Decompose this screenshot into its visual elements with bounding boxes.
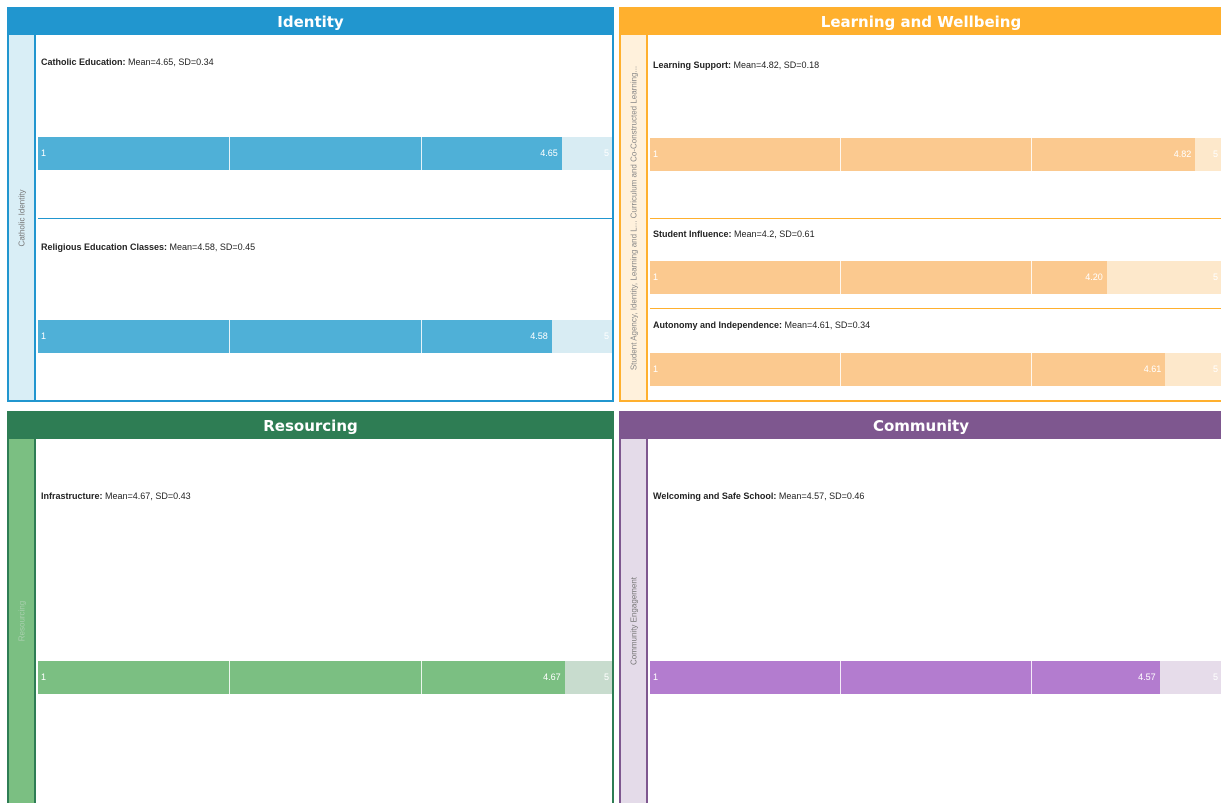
infrastructure-bar-track: 1 4.67 5: [38, 661, 612, 694]
resourcing-panel-title: Resourcing: [9, 413, 612, 439]
welcoming-safe-school-value-label: 4.57: [1138, 672, 1156, 682]
resourcing-side-label: Resourcing: [17, 600, 26, 642]
welcoming-safe-school-bar: [650, 661, 1160, 694]
resourcing-panel: Resourcing Resourcing Infrastructure: Me…: [7, 411, 614, 803]
welcoming-safe-school-bar-separator-2: [1030, 661, 1032, 694]
religious-education-bar-track: 1 4.58 5: [38, 320, 612, 353]
student-influence-name: Student Influence:: [653, 229, 732, 239]
community-side-label: Community Engagement: [629, 576, 638, 666]
catholic-education-metric: Catholic Education: Mean=4.65, SD=0.34 1…: [38, 35, 612, 219]
infrastructure-title: Infrastructure: Mean=4.67, SD=0.43: [41, 491, 191, 501]
learning-side-strip: Student Agency, Identity, Learning and L…: [621, 35, 648, 400]
catholic-education-name: Catholic Education:: [41, 57, 126, 67]
religious-education-stats: Mean=4.58, SD=0.45: [169, 242, 256, 252]
catholic-education-bar: [38, 137, 562, 170]
autonomy-independence-value-label: 4.61: [1143, 364, 1162, 374]
catholic-education-bar-separator-2: [420, 137, 422, 170]
student-influence-bar-track: 1 4.20 5: [650, 261, 1221, 294]
autonomy-independence-name: Autonomy and Independence:: [653, 320, 783, 330]
student-influence-bar-separator-1: [840, 261, 842, 294]
religious-education-title: Religious Education Classes: Mean=4.58, …: [41, 242, 255, 252]
welcoming-safe-school-name: Welcoming and Safe School:: [653, 491, 777, 501]
welcoming-safe-school-title: Welcoming and Safe School: Mean=4.57, SD…: [653, 491, 864, 501]
infrastructure-metric: Infrastructure: Mean=4.67, SD=0.43 1 4.6…: [38, 439, 612, 803]
catholic-education-min-label: 1: [41, 148, 47, 158]
autonomy-independence-bar-track: 1 4.61 5: [650, 353, 1221, 386]
identity-panel-title: Identity: [9, 9, 612, 35]
learning-support-bar-separator-1: [840, 138, 842, 171]
autonomy-independence-bar-separator-1: [840, 353, 842, 386]
learning-side-label: Student Agency, Identity, Learning and L…: [629, 65, 638, 370]
autonomy-independence-max-label: 5: [1212, 364, 1218, 374]
community-side-strip: Community Engagement: [621, 439, 648, 803]
infrastructure-bar-separator-2: [420, 661, 422, 694]
religious-education-min-label: 1: [41, 331, 47, 341]
learning-support-max-label: 5: [1212, 149, 1218, 159]
learning-panel: Learning and Wellbeing Student Agency, I…: [619, 7, 1221, 402]
welcoming-safe-school-min-label: 1: [653, 672, 659, 682]
student-influence-value-label: 4.20: [1085, 272, 1103, 282]
resourcing-side-strip: Resourcing: [9, 439, 36, 803]
learning-support-title: Learning Support: Mean=4.82, SD=0.18: [653, 60, 819, 70]
community-panel-title: Community: [621, 413, 1221, 439]
religious-education-value-label: 4.58: [530, 331, 548, 341]
religious-education-metric: Religious Education Classes: Mean=4.58, …: [38, 220, 612, 400]
religious-education-max-label: 5: [603, 331, 609, 341]
student-influence-title: Student Influence: Mean=4.2, SD=0.61: [653, 229, 815, 239]
catholic-education-value-label: 4.65: [540, 148, 558, 158]
student-influence-bar-separator-2: [1030, 261, 1032, 294]
learning-support-min-label: 1: [653, 149, 659, 159]
infrastructure-bar: [38, 661, 565, 694]
learning-support-value-label: 4.82: [1173, 149, 1192, 159]
student-influence-max-label: 5: [1212, 272, 1218, 282]
religious-education-bar-separator-2: [420, 320, 422, 353]
identity-panel: Identity Catholic Identity Catholic Educ…: [7, 7, 614, 402]
welcoming-safe-school-metric: Welcoming and Safe School: Mean=4.57, SD…: [650, 439, 1221, 803]
catholic-education-bar-separator-1: [229, 137, 231, 170]
religious-education-bar: [38, 320, 552, 353]
learning-panel-title: Learning and Wellbeing: [621, 9, 1221, 35]
infrastructure-max-label: 5: [603, 672, 609, 682]
autonomy-independence-stats: Mean=4.61, SD=0.34: [784, 320, 871, 330]
identity-side-label: Catholic Identity: [17, 189, 26, 246]
autonomy-independence-title: Autonomy and Independence: Mean=4.61, SD…: [653, 320, 870, 330]
autonomy-independence-min-label: 1: [653, 364, 659, 374]
catholic-education-title: Catholic Education: Mean=4.65, SD=0.34: [41, 57, 214, 67]
catholic-education-stats: Mean=4.65, SD=0.34: [128, 57, 214, 67]
welcoming-safe-school-bar-track: 1 4.57 5: [650, 661, 1221, 694]
learning-support-bar-separator-2: [1030, 138, 1032, 171]
student-influence-stats: Mean=4.2, SD=0.61: [734, 229, 815, 239]
infrastructure-name: Infrastructure:: [41, 491, 103, 501]
catholic-education-bar-track: 1 4.65 5: [38, 137, 612, 170]
autonomy-independence-metric: Autonomy and Independence: Mean=4.61, SD…: [650, 310, 1221, 400]
infrastructure-stats: Mean=4.67, SD=0.43: [105, 491, 191, 501]
student-influence-metric: Student Influence: Mean=4.2, SD=0.61 1 4…: [650, 220, 1221, 309]
autonomy-independence-bar-separator-2: [1030, 353, 1032, 386]
infrastructure-min-label: 1: [41, 672, 47, 682]
catholic-education-max-label: 5: [603, 148, 609, 158]
religious-education-bar-separator-1: [229, 320, 231, 353]
community-panel: Community Community Engagement Welcoming…: [619, 411, 1221, 803]
autonomy-independence-bar: [650, 353, 1166, 386]
learning-support-bar: [650, 138, 1196, 171]
learning-support-metric: Learning Support: Mean=4.82, SD=0.18 1 4…: [650, 35, 1221, 219]
student-influence-min-label: 1: [653, 272, 659, 282]
religious-education-name: Religious Education Classes:: [41, 242, 168, 252]
welcoming-safe-school-bar-separator-1: [840, 661, 842, 694]
learning-support-name: Learning Support:: [653, 60, 731, 70]
student-influence-bar: [650, 261, 1107, 294]
infrastructure-value-label: 4.67: [543, 672, 561, 682]
learning-support-bar-track: 1 4.82 5: [650, 138, 1221, 171]
learning-support-stats: Mean=4.82, SD=0.18: [733, 60, 820, 70]
welcoming-safe-school-max-label: 5: [1212, 672, 1218, 682]
infrastructure-bar-separator-1: [229, 661, 231, 694]
identity-side-strip: Catholic Identity: [9, 35, 36, 400]
welcoming-safe-school-stats: Mean=4.57, SD=0.46: [778, 491, 865, 501]
